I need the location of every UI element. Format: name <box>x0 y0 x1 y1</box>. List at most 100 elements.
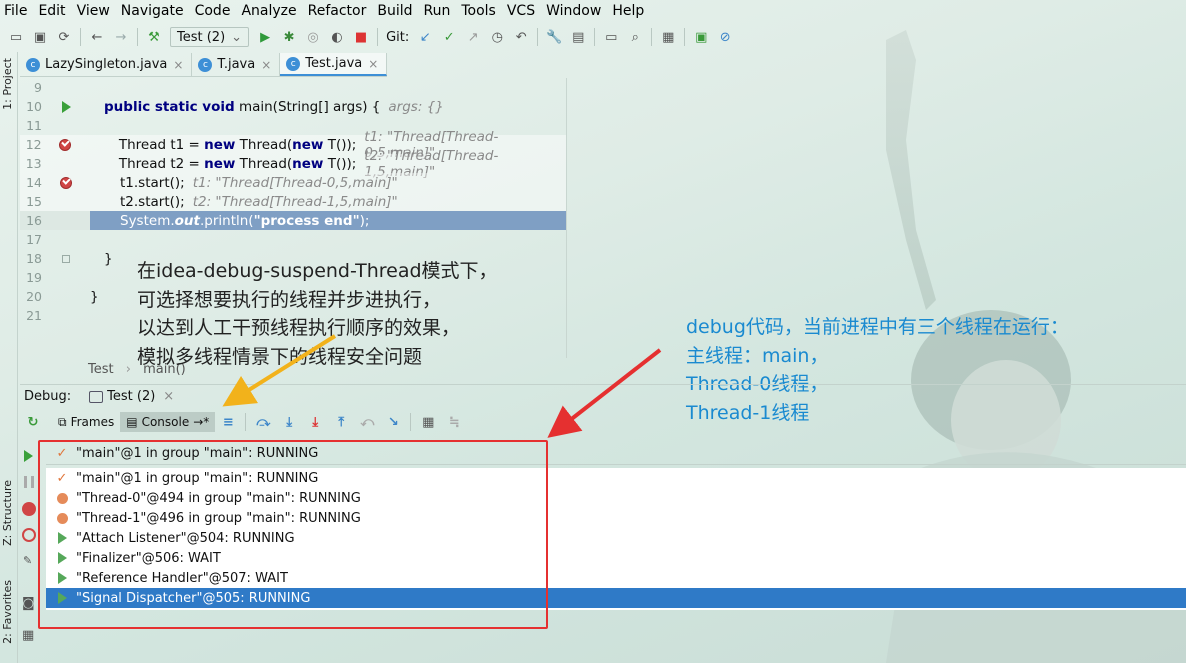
drop-frame-icon[interactable]: ⤺ <box>359 414 375 430</box>
trace-icon[interactable]: ≒ <box>446 414 462 430</box>
toolbar-divider <box>377 28 379 46</box>
menu-file[interactable]: File <box>0 3 31 19</box>
breakpoint-icon[interactable] <box>60 176 72 189</box>
keyword: new <box>204 155 236 172</box>
tab-lazysingleton[interactable]: c LazySingleton.java × <box>20 53 193 76</box>
code-text: System. <box>120 212 175 229</box>
breakpoint-icon[interactable] <box>59 138 72 151</box>
toolbar-divider <box>245 413 247 431</box>
toolbar-divider <box>594 28 596 46</box>
no-entry-icon[interactable]: ⊘ <box>717 29 733 45</box>
menu-refactor[interactable]: Refactor <box>304 3 371 19</box>
menu-vcs[interactable]: VCS <box>503 3 539 19</box>
profile-icon[interactable]: ◐ <box>329 29 345 45</box>
menu-help[interactable]: Help <box>608 3 648 19</box>
vcs-operations-icon[interactable]: ▦ <box>660 29 676 45</box>
menu-analyze[interactable]: Analyze <box>237 3 300 19</box>
line-number: 15 <box>26 194 42 209</box>
run-to-cursor-icon[interactable]: ↘ <box>385 414 401 430</box>
back-arrow-icon[interactable]: ← <box>89 29 105 45</box>
menu-window[interactable]: Window <box>542 3 605 19</box>
step-into-icon[interactable]: ⤓ <box>281 414 297 430</box>
tab-test[interactable]: c Test.java × <box>280 53 388 76</box>
camera-icon[interactable]: ◙ <box>22 596 35 611</box>
force-step-into-icon[interactable]: ⤓ <box>307 414 323 430</box>
sync-icon[interactable]: ⟳ <box>56 29 72 45</box>
console-tab[interactable]: ▤ Console →* <box>120 412 216 432</box>
code-text: Thread t2 = <box>118 155 205 172</box>
menu-edit[interactable]: Edit <box>34 3 69 19</box>
line-number: 17 <box>26 232 42 247</box>
menu-navigate[interactable]: Navigate <box>117 3 188 19</box>
debug-session-tab[interactable]: Test (2) × <box>89 389 174 404</box>
rerun-icon[interactable]: ↻ <box>25 414 41 430</box>
code-text: Thread( <box>235 136 293 153</box>
resume-icon[interactable] <box>24 450 33 462</box>
view-breakpoints-icon[interactable] <box>22 502 36 516</box>
git-update-icon[interactable]: ↙ <box>417 29 433 45</box>
step-out-icon[interactable]: ⤒ <box>333 414 349 430</box>
save-icon[interactable]: ▣ <box>32 29 48 45</box>
git-push-icon[interactable]: ↗ <box>465 29 481 45</box>
frames-tab[interactable]: ⧉ Frames <box>52 412 120 432</box>
run-gutter-icon[interactable] <box>61 100 71 113</box>
git-commit-icon[interactable]: ✓ <box>441 29 457 45</box>
keyword: new <box>204 136 236 153</box>
main-toolbar: ▭ ▣ ⟳ ← → ⚒ Test (2) ⌄ ▶ ✱ ◎ ◐ ■ Git: ↙ … <box>0 24 1186 50</box>
fold-marker-icon[interactable] <box>62 254 70 263</box>
class-icon: c <box>198 57 213 72</box>
debug-session-label: Test (2) <box>107 389 156 404</box>
settings-wrench-icon[interactable]: 🔧 <box>546 29 562 45</box>
line-number: 18 <box>26 251 42 266</box>
tab-t[interactable]: c T.java × <box>192 53 281 76</box>
debug-bug-icon[interactable]: ✱ <box>281 29 297 45</box>
pen-icon[interactable]: ✎ <box>23 554 32 567</box>
build-hammer-icon[interactable]: ⚒ <box>146 29 162 45</box>
activity-monitor-icon[interactable]: ▣ <box>693 29 709 45</box>
mute-breakpoints-icon[interactable] <box>22 528 36 542</box>
menu-build[interactable]: Build <box>373 3 416 19</box>
editor-tabs: c LazySingleton.java × c T.java × c Test… <box>20 53 388 77</box>
menu-code[interactable]: Code <box>191 3 235 19</box>
evaluate-expression-icon[interactable]: ▦ <box>420 414 436 430</box>
toolbar-divider <box>137 28 138 46</box>
layout-icon[interactable]: ▦ <box>22 628 34 643</box>
line-number: 12 <box>25 137 42 152</box>
menu-tools[interactable]: Tools <box>457 3 500 19</box>
class-icon: c <box>286 56 301 71</box>
menu-run[interactable]: Run <box>420 3 455 19</box>
search-icon[interactable]: ⌕ <box>627 29 643 45</box>
forward-arrow-icon[interactable]: → <box>113 29 129 45</box>
inline-debug-value: t2: "Thread[Thread-1,5,main]" <box>192 193 398 210</box>
structure-tool-tab[interactable]: Z: Structure <box>1 480 14 546</box>
step-over-icon[interactable]: ⤼ <box>255 414 271 430</box>
menu-lines-icon[interactable]: ≡ <box>220 414 236 430</box>
run-icon[interactable]: ▶ <box>257 29 273 45</box>
close-icon[interactable]: × <box>163 389 174 404</box>
menu-view[interactable]: View <box>73 3 114 19</box>
run-configuration-select[interactable]: Test (2) ⌄ <box>170 27 250 47</box>
close-icon[interactable]: × <box>261 58 271 72</box>
close-icon[interactable]: × <box>173 58 183 72</box>
project-tool-tab[interactable]: 1: Project <box>1 58 14 110</box>
pause-icon[interactable] <box>24 476 34 488</box>
open-folder-icon[interactable]: ▭ <box>8 29 24 45</box>
breadcrumb-class[interactable]: Test <box>88 362 114 377</box>
toolbar-divider <box>537 28 539 46</box>
current-execution-line: 16 System.out.println("process end"); <box>20 211 566 230</box>
coverage-icon[interactable]: ◎ <box>305 29 321 45</box>
close-icon[interactable]: × <box>368 57 378 71</box>
code-text: out <box>174 212 200 229</box>
code-line: 14 t1.start(); t1: "Thread[Thread-0,5,ma… <box>20 173 566 192</box>
rollback-icon[interactable]: ↶ <box>513 29 529 45</box>
stop-icon[interactable]: ■ <box>353 29 369 45</box>
code-text: T()); <box>323 136 357 153</box>
code-text: Thread t1 = <box>118 136 205 153</box>
project-structure-icon[interactable]: ▤ <box>570 29 586 45</box>
keyword: new <box>292 155 324 172</box>
history-icon[interactable]: ◷ <box>489 29 505 45</box>
code-line: 13 Thread t2 = new Thread(new T()); t2: … <box>20 148 566 180</box>
annotation-black: 在idea-debug-suspend-Thread模式下， 可选择想要执行的线… <box>137 260 498 368</box>
favorites-tool-tab[interactable]: 2: Favorites <box>1 580 14 644</box>
terminal-icon[interactable]: ▭ <box>603 29 619 45</box>
